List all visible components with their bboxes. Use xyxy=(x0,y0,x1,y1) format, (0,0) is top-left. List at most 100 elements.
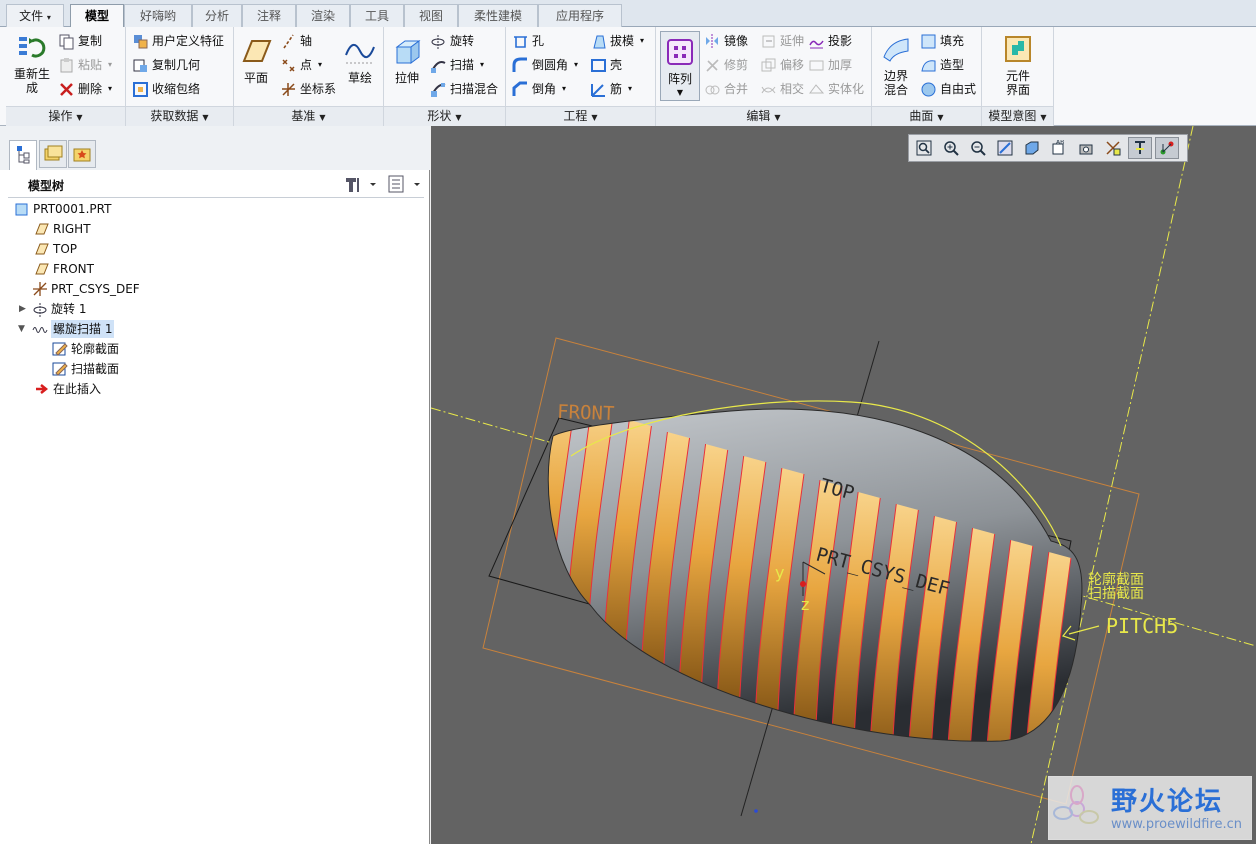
tree-item-profile-section[interactable]: 轮廓截面 xyxy=(52,340,119,358)
thicken-label: 加厚 xyxy=(828,58,853,72)
swept-blend-button[interactable]: 扫描混合 xyxy=(430,78,498,100)
regenerate-button[interactable]: 重新生成 xyxy=(10,31,54,95)
tree-item-csys[interactable]: PRT_CSYS_DEF xyxy=(32,280,140,298)
zoom-in-button[interactable] xyxy=(939,137,963,159)
chamfer-button[interactable]: 倒角 ▾ xyxy=(512,78,566,100)
tab-haohaiyo[interactable]: 好嗨哟 xyxy=(124,4,192,27)
shrinkwrap-button[interactable]: 收缩包络 xyxy=(132,78,200,100)
rib-chevron-down-icon: ▾ xyxy=(628,84,633,93)
udf-icon xyxy=(132,33,149,50)
extend-button[interactable]: 延伸 xyxy=(760,30,804,52)
plane-label: 平面 xyxy=(243,71,268,85)
csys-button[interactable]: 坐标系 xyxy=(280,78,336,100)
refit-button[interactable] xyxy=(912,137,936,159)
sketch-button[interactable]: 草绘 xyxy=(340,35,380,85)
group-engineering-footer[interactable]: 工程 ▼ xyxy=(506,106,655,126)
repaint-button[interactable] xyxy=(993,137,1017,159)
merge-button[interactable]: 合并 xyxy=(704,78,748,100)
group-datum-footer[interactable]: 基准 ▼ xyxy=(234,106,383,126)
expand-revolve-icon[interactable]: ▶ xyxy=(19,304,26,314)
thicken-button[interactable]: 加厚 xyxy=(808,54,852,76)
spin-center-icon xyxy=(1160,141,1174,155)
hole-button[interactable]: 孔 xyxy=(512,30,544,52)
intersect-button[interactable]: 相交 xyxy=(760,78,804,100)
tree-item-part[interactable]: PRT0001.PRT xyxy=(14,200,111,218)
pattern-button[interactable]: 阵列 ▼ xyxy=(660,31,700,101)
mirror-button[interactable]: 镜像 xyxy=(704,30,748,52)
datum-display-filters-button[interactable] xyxy=(1101,137,1125,159)
tab-annotate[interactable]: 注释 xyxy=(242,4,296,27)
group-shapes-footer[interactable]: 形状 ▼ xyxy=(384,106,505,126)
named-views-icon: AB xyxy=(1052,140,1064,155)
sweep-button[interactable]: 扫描 ▾ xyxy=(430,54,484,76)
copy-geometry-button[interactable]: 复制几何 xyxy=(132,54,200,76)
user-defined-feature-button[interactable]: 用户定义特征 xyxy=(132,30,224,52)
flower-logo-icon xyxy=(1053,785,1099,824)
group-get-data-footer[interactable]: 获取数据 ▼ xyxy=(126,106,233,126)
offset-button[interactable]: 偏移 xyxy=(760,54,804,76)
collapse-helical-sweep-icon[interactable]: ▼ xyxy=(18,324,25,334)
display-style-button[interactable] xyxy=(1020,137,1044,159)
point-button[interactable]: 点 ▾ xyxy=(280,54,322,76)
group-operations-footer[interactable]: 操作 ▼ xyxy=(6,106,125,126)
style-button[interactable]: 造型 xyxy=(920,54,964,76)
saved-orientations-button[interactable]: AB xyxy=(1047,137,1071,159)
group-editing-footer[interactable]: 编辑 ▼ xyxy=(656,106,871,126)
list-icon xyxy=(388,175,420,193)
tab-render[interactable]: 渲染 xyxy=(296,4,350,27)
revolve-button[interactable]: 旋转 xyxy=(430,30,474,52)
copy-button[interactable]: 复制 xyxy=(58,30,102,52)
draft-button[interactable]: 拔模 ▾ xyxy=(590,30,644,52)
tab-applications[interactable]: 应用程序 xyxy=(538,4,622,27)
tree-filters-button[interactable] xyxy=(386,174,426,194)
tree-item-revolve[interactable]: 旋转 1 xyxy=(32,300,86,318)
tab-folder-browser[interactable] xyxy=(39,140,67,168)
tab-tools[interactable]: 工具 xyxy=(350,4,404,27)
component-interface-button[interactable]: 元件界面 xyxy=(998,33,1038,97)
get-data-footer-label: 获取数据 xyxy=(150,109,199,123)
tab-file[interactable]: 文件 ▾ xyxy=(6,4,64,27)
boundary-blend-button[interactable]: 边界混合 xyxy=(876,33,916,97)
view-manager-button[interactable] xyxy=(1074,137,1098,159)
group-datum: 平面 轴 点 ▾ 坐标系 草绘 基准 ▼ xyxy=(234,27,384,126)
chevron-down-icon: ▼ xyxy=(774,113,781,122)
extrude-button[interactable]: 拉伸 xyxy=(388,35,426,85)
paste-button[interactable]: 粘贴 ▾ xyxy=(58,54,112,76)
tree-settings-button[interactable] xyxy=(342,174,382,194)
graphics-viewport[interactable]: FRONT TOP PRT_CSYS_DEF y z 轮廓截面 扫描截面 PIT… xyxy=(431,126,1256,844)
tree-item-sweep-section[interactable]: 扫描截面 xyxy=(52,360,119,378)
group-surfaces-footer[interactable]: 曲面 ▼ xyxy=(872,106,981,126)
tab-model[interactable]: 模型 xyxy=(70,4,124,28)
project-button[interactable]: 投影 xyxy=(808,30,852,52)
group-model-intent-footer[interactable]: 模型意图 ▼ xyxy=(982,106,1053,126)
plane-button[interactable]: 平面 xyxy=(236,35,276,85)
tab-favorites[interactable] xyxy=(68,140,96,168)
tree-item-front[interactable]: FRONT xyxy=(34,260,94,278)
svg-text:AB: AB xyxy=(1056,140,1064,146)
revolve-label: 旋转 xyxy=(450,34,475,48)
tree-item-helical-sweep[interactable]: 螺旋扫描 1 xyxy=(32,320,115,338)
shell-button[interactable]: 壳 xyxy=(590,54,622,76)
zoom-out-button[interactable] xyxy=(966,137,990,159)
solidify-button[interactable]: 实体化 xyxy=(808,78,864,100)
tab-model-tree[interactable] xyxy=(9,140,37,170)
delete-button[interactable]: 删除 ▾ xyxy=(58,78,112,100)
tab-flexible-modeling[interactable]: 柔性建模 xyxy=(458,4,538,27)
annotation-display-button[interactable] xyxy=(1128,137,1152,159)
regenerate-icon xyxy=(16,31,48,63)
tree-item-right[interactable]: RIGHT xyxy=(34,220,91,238)
freestyle-button[interactable]: 自由式 xyxy=(920,78,976,100)
rib-button[interactable]: 筋 ▾ xyxy=(590,78,632,100)
round-button[interactable]: 倒圆角 ▾ xyxy=(512,54,578,76)
tab-analysis[interactable]: 分析 xyxy=(192,4,242,27)
axis-button[interactable]: 轴 xyxy=(280,30,312,52)
fill-button[interactable]: 填充 xyxy=(920,30,964,52)
tree-item-top[interactable]: TOP xyxy=(34,240,77,258)
tab-view[interactable]: 视图 xyxy=(404,4,458,27)
sketch-label: 草绘 xyxy=(347,71,372,85)
model-canvas[interactable]: FRONT TOP PRT_CSYS_DEF y z 轮廓截面 扫描截面 PIT… xyxy=(431,126,1256,844)
trim-button[interactable]: 修剪 xyxy=(704,54,748,76)
spin-center-button[interactable] xyxy=(1155,137,1179,159)
tree-item-insert-here[interactable]: 在此插入 xyxy=(34,380,101,398)
datum-footer-label: 基准 xyxy=(291,109,316,123)
